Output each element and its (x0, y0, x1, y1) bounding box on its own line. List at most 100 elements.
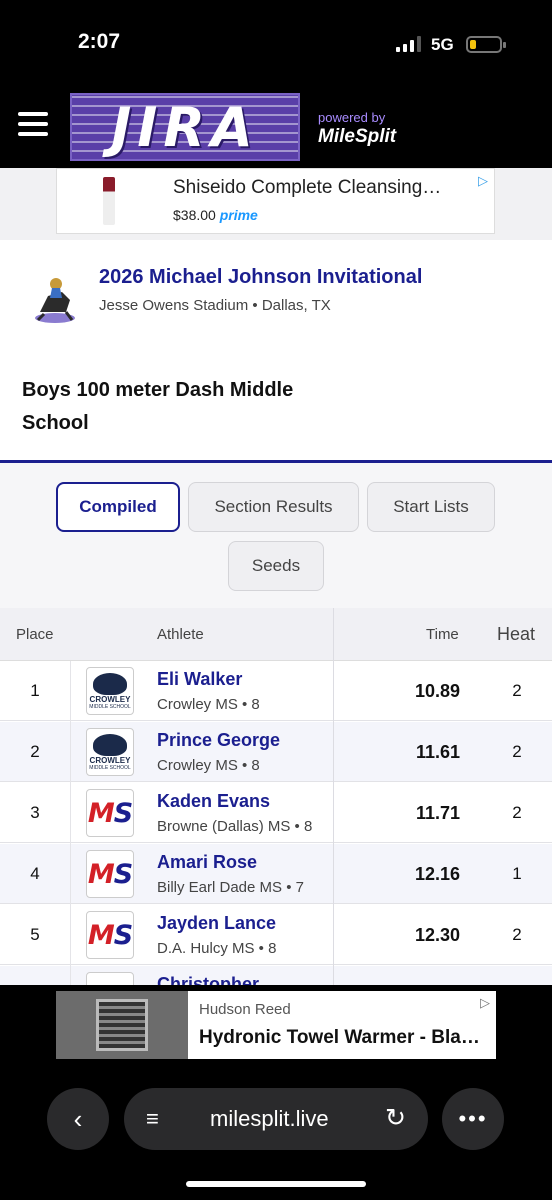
chevron-left-icon: ‹ (73, 1103, 83, 1134)
ad-brand: Hudson Reed (199, 1001, 291, 1018)
event-title: Boys 100 meter Dash Middle School (22, 379, 294, 434)
time-cell: 12.30 (414, 925, 460, 945)
place-cell: 2 (30, 742, 40, 761)
school-logo[interactable]: CROWLEY MIDDLE SCHOOL (86, 728, 134, 776)
back-button[interactable]: ‹ (47, 1088, 109, 1150)
logo-text: M (87, 797, 115, 829)
ad-banner-bottom[interactable]: Hudson Reed Hydronic Towel Warmer - Bla…… (56, 991, 496, 1059)
tab-section-results[interactable]: Section Results (188, 482, 359, 532)
col-time: Time (426, 626, 459, 643)
results-tabs: Compiled Section Results Start Lists See… (0, 463, 552, 608)
heat-cell: 2 (512, 803, 522, 822)
url-text: milesplit.live (210, 1106, 329, 1131)
ad-choices-icon[interactable]: ▷ (480, 995, 490, 1011)
more-icon: ••• (458, 1106, 488, 1131)
more-button[interactable]: ••• (442, 1088, 504, 1150)
ad-choices-icon[interactable]: ▷ (478, 173, 488, 189)
school-logo[interactable]: MS (86, 850, 134, 898)
status-bar: 2:07 5G (0, 0, 552, 90)
place-cell: 1 (30, 681, 40, 700)
athlete-name-link[interactable]: Prince George (157, 730, 280, 751)
col-place: Place (16, 626, 54, 643)
status-time: 2:07 (78, 30, 121, 53)
athlete-name-link[interactable]: Christopher (157, 974, 259, 985)
logo-text: MIDDLE SCHOOL (89, 764, 131, 771)
ad-title: Hydronic Towel Warmer - Bla… (199, 1027, 480, 1048)
table-row[interactable]: 2 CROWLEY MIDDLE SCHOOL Prince George Crowle… (0, 722, 552, 782)
heat-cell: 2 (512, 925, 522, 944)
athlete-name-link[interactable]: Jayden Lance (157, 913, 276, 934)
tab-start-lists[interactable]: Start Lists (367, 482, 495, 532)
team-name: Browne (Dallas) MS • 8 (157, 818, 313, 835)
helmet-icon (93, 672, 127, 695)
meet-logo-icon (35, 278, 75, 323)
heat-cell: 2 (512, 681, 522, 700)
milesplit-logo[interactable]: MileSplit (318, 126, 396, 148)
place-cell: 5 (30, 925, 40, 944)
tab-seeds[interactable]: Seeds (228, 541, 324, 591)
ad-price: $38.00 prime (173, 207, 258, 223)
ad-banner-top[interactable]: Shiseido Complete Cleansing… $38.00 prim… (56, 168, 495, 234)
network-label: 5G (431, 35, 454, 54)
table-row[interactable]: 3 M S Kaden Evans Browne (Dallas) MS • 8 11.7… (0, 783, 552, 843)
athlete-name-link[interactable]: Kaden Evans (157, 791, 270, 812)
meet-name-link[interactable]: 2026 Michael Johnson Invitational (99, 266, 422, 289)
logo-text: CROWLEY (89, 694, 131, 704)
ad-banner-area: Shiseido Complete Cleansing… $38.00 prim… (0, 168, 552, 240)
helmet-icon (93, 733, 127, 756)
logo-text: MIDDLE SCHOOL (89, 703, 131, 710)
ad-title: Shiseido Complete Cleansing… (173, 177, 442, 198)
col-heat: Heat (497, 624, 536, 644)
ad-banner-area: Hudson Reed Hydronic Towel Warmer - Bla…… (0, 985, 552, 1065)
battery-icon (466, 36, 506, 53)
powered-by-label: powered by (318, 110, 386, 125)
column-divider (333, 608, 334, 985)
team-name: D.A. Hulcy MS • 8 (157, 940, 277, 957)
logo-text: S (113, 858, 133, 890)
prime-badge: prime (219, 207, 258, 223)
time-cell: 12.16 (414, 864, 460, 884)
product-image (56, 991, 188, 1059)
table-row[interactable]: 4 M S Amari Rose Billy Earl Dade MS • 7 12.16… (0, 844, 552, 904)
school-logo[interactable]: MS (86, 789, 134, 837)
logo-text: S (113, 797, 133, 829)
team-name: Billy Earl Dade MS • 7 (157, 879, 304, 896)
jira-logo[interactable]: JIRA (70, 93, 300, 161)
signal-icon (396, 36, 421, 52)
reader-icon[interactable]: ≡ (146, 1106, 159, 1132)
reload-icon[interactable]: ↻ (385, 1103, 406, 1133)
logo-text: M (87, 858, 115, 890)
product-image (103, 177, 115, 225)
logo-text: S (113, 919, 133, 951)
athlete-name-link[interactable]: Eli Walker (157, 669, 242, 690)
table-row[interactable]: 5 M S Jayden Lance D.A. Hulcy MS • 8 12.30 2 (0, 905, 552, 965)
time-cell: 11.61 (415, 742, 460, 762)
browser-toolbar: ‹ ≡ milesplit.live ↻ ••• (0, 1065, 552, 1200)
time-cell: 11.71 (415, 803, 460, 823)
tab-compiled[interactable]: Compiled (56, 482, 180, 532)
table-header: Place Athlete Time Heat (0, 608, 552, 661)
menu-icon[interactable] (18, 112, 48, 136)
logo-text: M (87, 919, 115, 951)
site-header: JIRA powered by MileSplit (0, 90, 552, 168)
place-cell: 4 (30, 864, 40, 883)
team-name: Crowley MS • 8 (157, 696, 260, 713)
logo-text: CROWLEY (89, 755, 131, 765)
table-row[interactable]: MS Christopher (0, 966, 552, 985)
address-bar[interactable]: ≡ milesplit.live ↻ (124, 1088, 428, 1150)
meet-venue: Jesse Owens Stadium • Dallas, TX (99, 297, 331, 314)
school-logo[interactable]: MS (86, 972, 134, 985)
column-divider (70, 661, 71, 985)
main-content: 2026 Michael Johnson Invitational Jesse … (0, 240, 552, 985)
col-athlete: Athlete (157, 626, 204, 643)
school-logo[interactable]: MS (86, 911, 134, 959)
heat-cell: 1 (512, 864, 522, 883)
time-cell: 10.89 (414, 681, 460, 701)
athlete-name-link[interactable]: Amari Rose (157, 852, 257, 873)
school-logo[interactable]: CROWLEY MIDDLE SCHOOL (86, 667, 134, 715)
home-indicator (186, 1181, 366, 1187)
place-cell: 3 (30, 803, 40, 822)
team-name: Crowley MS • 8 (157, 757, 260, 774)
heat-cell: 2 (512, 742, 522, 761)
table-row[interactable]: 1 CROWLEY MIDDLE SCHOOL Eli Walker Crowley M… (0, 661, 552, 721)
